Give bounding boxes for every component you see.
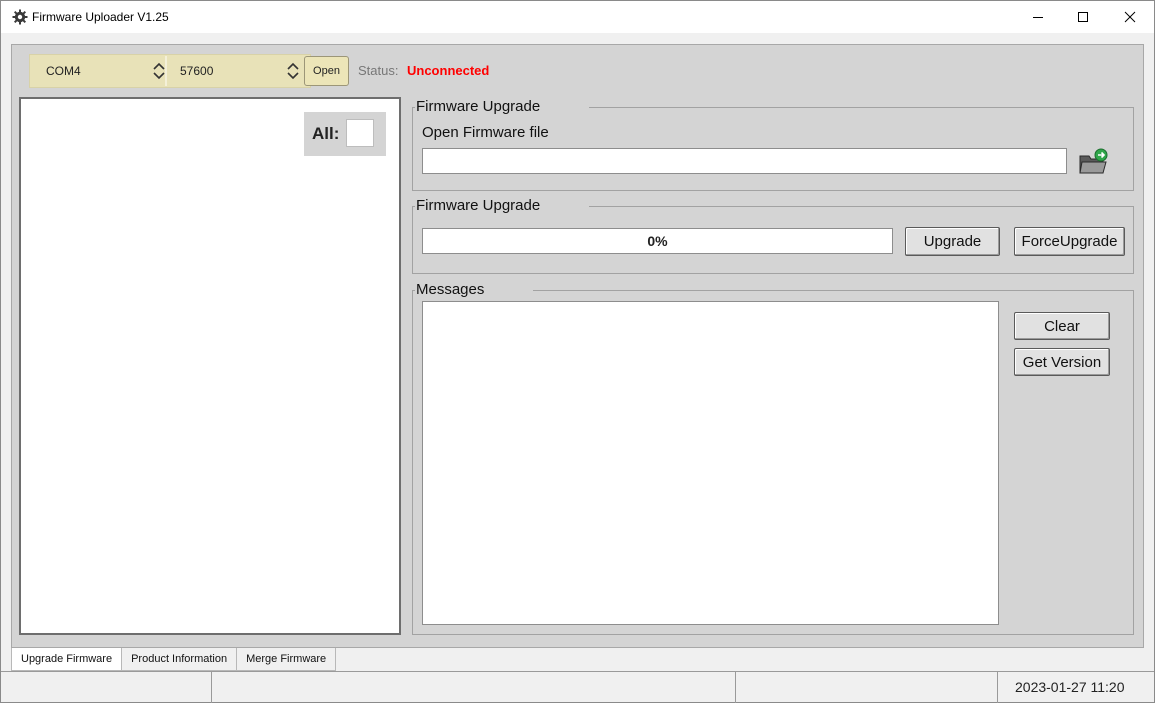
status-datetime: 2023-01-27 11:20 xyxy=(1015,679,1125,695)
client-area: COM4 57600 Open Status: Unconnected All:… xyxy=(1,33,1154,671)
messages-group: Messages Clear Get Version xyxy=(412,281,1134,635)
title-bar[interactable]: Firmware Uploader V1.25 xyxy=(1,1,1154,33)
browse-file-button[interactable] xyxy=(1076,146,1110,178)
up-down-arrows-icon xyxy=(287,62,299,80)
port-select[interactable]: COM4 xyxy=(46,55,166,87)
upgrade-button[interactable]: Upgrade xyxy=(905,227,1000,256)
device-list[interactable]: All: xyxy=(19,97,401,635)
messages-textarea[interactable] xyxy=(422,301,999,625)
force-upgrade-button[interactable]: ForceUpgrade xyxy=(1014,227,1125,256)
port-value: COM4 xyxy=(46,64,81,78)
status-cell xyxy=(1,672,212,703)
window-title: Firmware Uploader V1.25 xyxy=(32,10,169,24)
status-value: Unconnected xyxy=(407,63,490,78)
upgrade-progress-bar: 0% xyxy=(422,228,893,254)
status-bar: 2023-01-27 11:20 xyxy=(1,671,1154,703)
firmware-upgrade-group: Firmware Upgrade 0% Upgrade ForceUpgrade xyxy=(412,197,1134,274)
tab-product-information[interactable]: Product Information xyxy=(121,648,238,671)
clear-button[interactable]: Clear xyxy=(1014,312,1110,340)
combo-separator xyxy=(165,56,167,86)
up-down-arrows-icon xyxy=(153,62,165,80)
get-version-button[interactable]: Get Version xyxy=(1014,348,1110,376)
serial-settings: COM4 57600 xyxy=(29,54,311,88)
select-all-label: All: xyxy=(312,124,340,143)
app-window: Firmware Uploader V1.25 COM4 57600 Open … xyxy=(0,0,1155,703)
tab-bar: Upgrade Firmware Product Information Mer… xyxy=(11,648,337,671)
minimize-icon xyxy=(1033,17,1043,18)
baud-select[interactable]: 57600 xyxy=(180,55,300,87)
status-label: Status: xyxy=(358,63,399,78)
status-cell xyxy=(736,672,998,703)
tab-merge-firmware[interactable]: Merge Firmware xyxy=(236,648,337,671)
minimize-button[interactable] xyxy=(1015,1,1061,33)
close-icon xyxy=(1124,11,1136,23)
upgrade-firmware-panel: COM4 57600 Open Status: Unconnected All:… xyxy=(11,44,1144,648)
group-title: Messages xyxy=(415,281,486,298)
maximize-icon xyxy=(1078,12,1088,22)
group-title: Firmware Upgrade xyxy=(415,197,542,214)
status-cell xyxy=(212,672,736,703)
close-button[interactable] xyxy=(1107,1,1153,33)
select-all: All: xyxy=(304,112,386,156)
open-port-button[interactable]: Open xyxy=(304,56,349,86)
firmware-file-path-input[interactable] xyxy=(422,148,1067,174)
folder-open-icon xyxy=(1079,148,1108,174)
baud-value: 57600 xyxy=(180,64,214,78)
gear-icon xyxy=(12,9,28,25)
maximize-button[interactable] xyxy=(1060,1,1106,33)
firmware-file-group: Firmware Upgrade Open Firmware file xyxy=(412,98,1134,191)
group-title: Firmware Upgrade xyxy=(415,98,542,115)
tab-upgrade-firmware[interactable]: Upgrade Firmware xyxy=(11,648,123,671)
select-all-checkbox[interactable] xyxy=(346,119,374,147)
open-firmware-file-label: Open Firmware file xyxy=(422,124,549,141)
